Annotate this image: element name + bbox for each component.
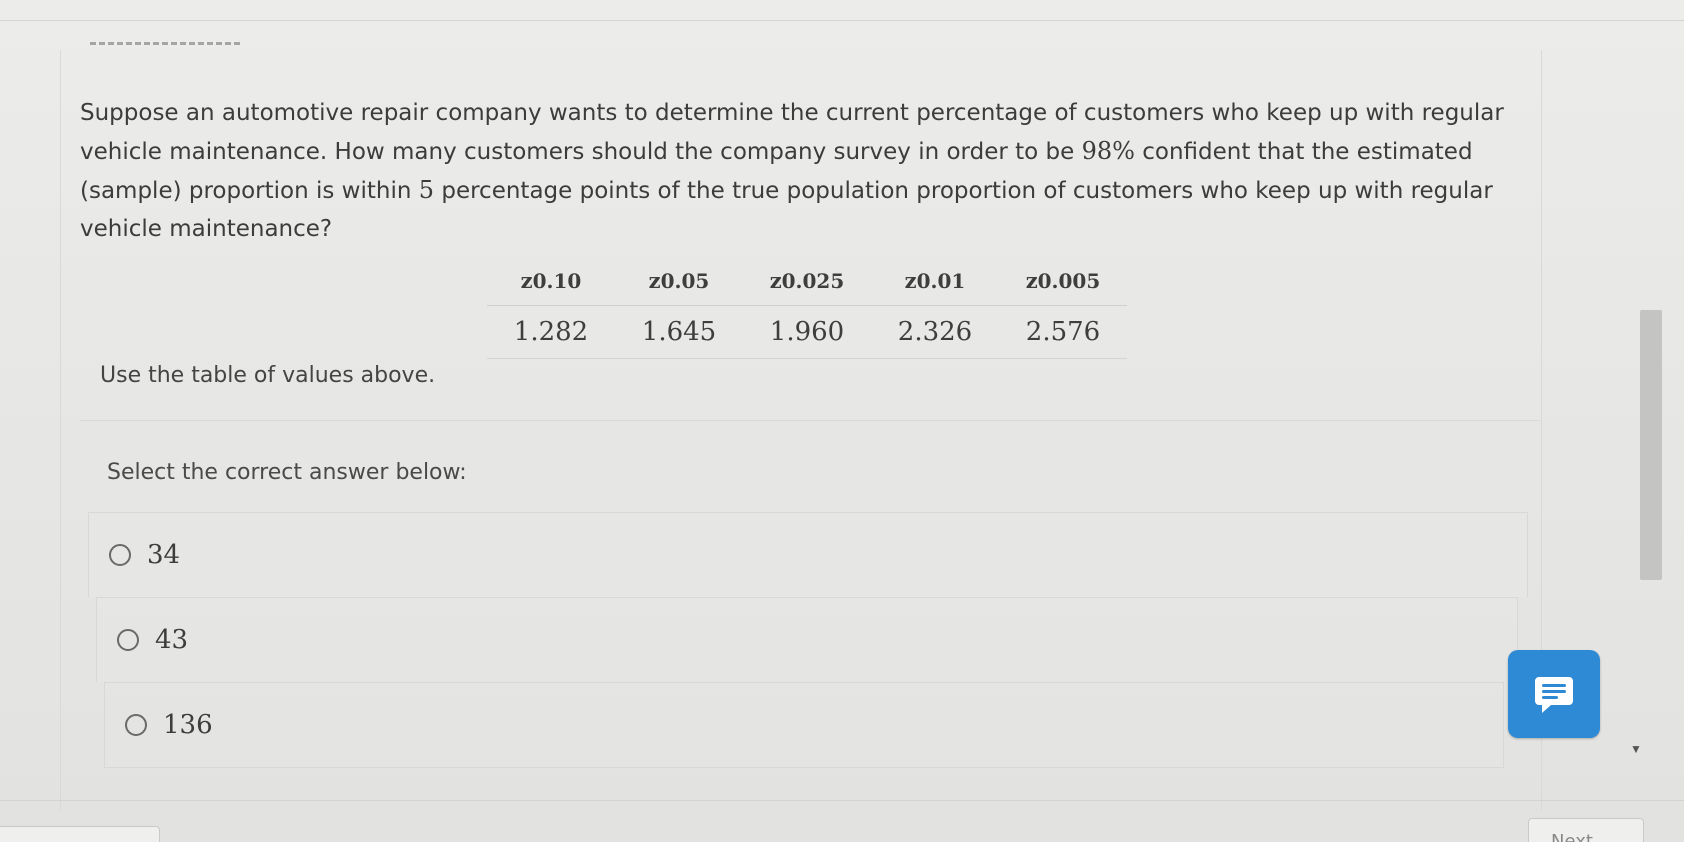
question-text: Suppose an automotive repair company wan… xyxy=(80,94,1530,248)
option-label: 34 xyxy=(147,540,181,570)
feedback-button[interactable] xyxy=(1508,650,1600,738)
z-table-header-row: z0.10 z0.05 z0.025 z0.01 z0.005 xyxy=(487,255,1127,306)
answer-options: 34 43 136 xyxy=(88,512,1528,768)
radio-button[interactable] xyxy=(109,544,131,566)
z-table-cell: 1.960 xyxy=(743,305,871,359)
bottom-divider xyxy=(0,800,1684,801)
z-table-header: z0.005 xyxy=(999,255,1127,306)
section-divider xyxy=(80,420,1540,421)
z-table-header: z0.025 xyxy=(743,255,871,306)
table-instruction: Use the table of values above. xyxy=(100,363,436,388)
next-button-label: Next xyxy=(1551,831,1593,842)
z-table-cell: 1.645 xyxy=(615,305,743,359)
previous-button[interactable] xyxy=(0,826,160,842)
answer-option-43[interactable]: 43 xyxy=(96,597,1518,682)
next-button[interactable]: Next xyxy=(1528,818,1644,842)
answer-prompt: Select the correct answer below: xyxy=(107,460,467,485)
scrollbar-thumb[interactable] xyxy=(1640,310,1662,580)
radio-button[interactable] xyxy=(117,629,139,651)
option-label: 43 xyxy=(155,625,189,655)
z-table-header: z0.05 xyxy=(615,255,743,306)
radio-button[interactable] xyxy=(125,714,147,736)
z-table-cell: 2.326 xyxy=(871,305,999,359)
question-page: Suppose an automotive repair company wan… xyxy=(0,0,1684,842)
z-value-table: z0.10 z0.05 z0.025 z0.01 z0.005 1.282 1.… xyxy=(487,255,1127,359)
z-table-cell: 1.282 xyxy=(487,305,615,359)
confidence-level-value: 98% xyxy=(1081,137,1135,165)
scroll-down-arrow-icon[interactable]: ▼ xyxy=(1630,742,1642,756)
z-table-cell: 2.576 xyxy=(999,305,1127,359)
answer-option-136[interactable]: 136 xyxy=(104,682,1504,768)
message-lines-icon xyxy=(1535,677,1573,713)
margin-of-error-value: 5 xyxy=(418,176,435,204)
z-table-header: z0.10 xyxy=(487,255,615,306)
z-table-value-row: 1.282 1.645 1.960 2.326 2.576 xyxy=(487,305,1127,359)
top-divider xyxy=(0,20,1684,21)
answer-option-34[interactable]: 34 xyxy=(88,512,1528,597)
question-heading-fragment xyxy=(90,42,240,49)
option-label: 136 xyxy=(163,710,213,740)
z-table-header: z0.01 xyxy=(871,255,999,306)
